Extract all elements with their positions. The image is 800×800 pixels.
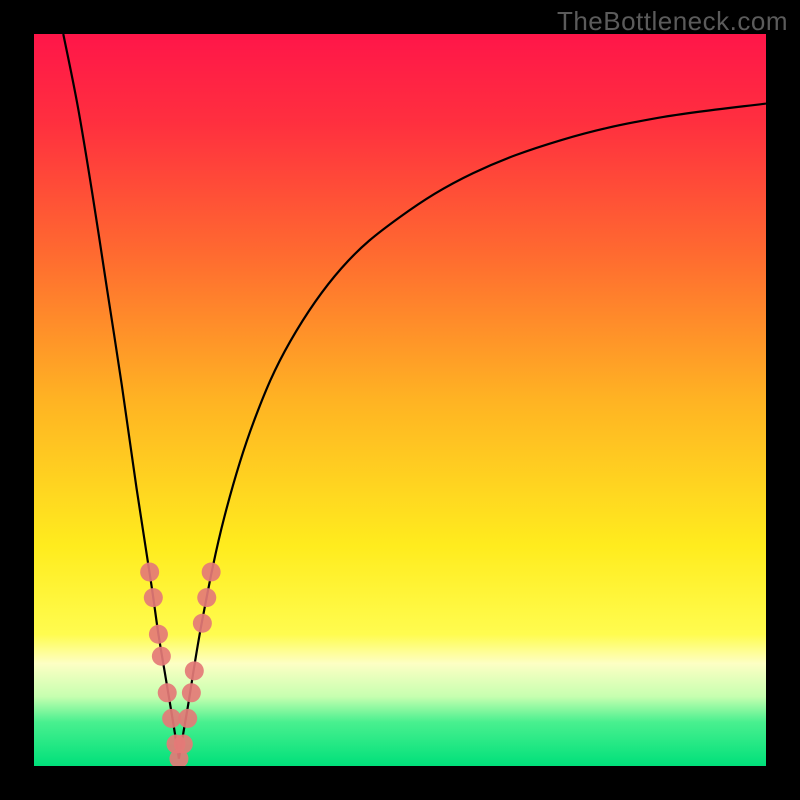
marker-point xyxy=(185,661,204,680)
gradient-background xyxy=(34,34,766,766)
marker-point xyxy=(202,563,221,582)
marker-point xyxy=(158,683,177,702)
marker-point xyxy=(152,647,171,666)
chart-svg xyxy=(34,34,766,766)
marker-point xyxy=(193,614,212,633)
marker-point xyxy=(144,588,163,607)
marker-point xyxy=(149,625,168,644)
marker-point xyxy=(182,683,201,702)
marker-point xyxy=(178,709,197,728)
watermark-text: TheBottleneck.com xyxy=(557,6,788,37)
outer-frame: TheBottleneck.com xyxy=(0,0,800,800)
plot-area xyxy=(34,34,766,766)
marker-point xyxy=(140,563,159,582)
marker-point xyxy=(174,735,193,754)
marker-point xyxy=(197,588,216,607)
